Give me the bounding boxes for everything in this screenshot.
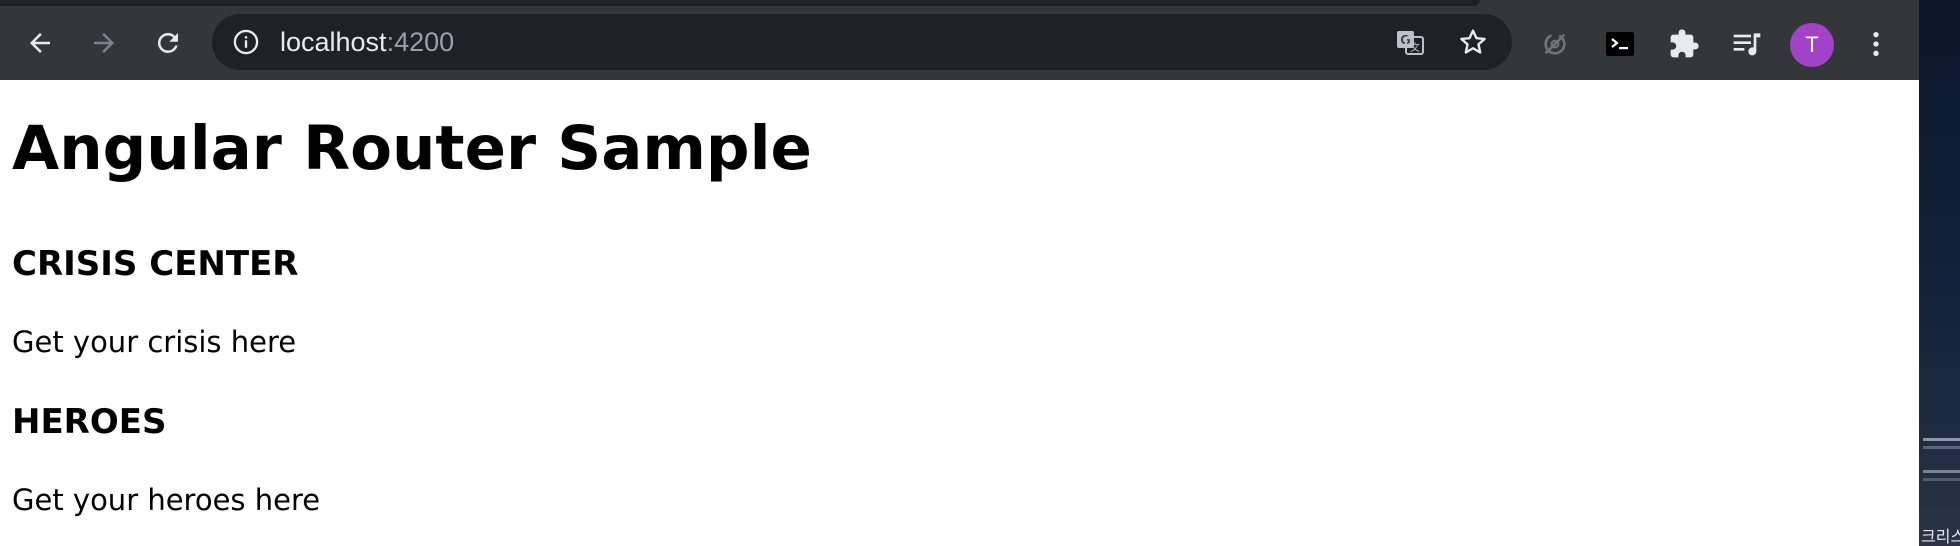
reading-list-button[interactable] <box>1729 26 1765 62</box>
reload-button[interactable] <box>144 19 192 67</box>
puzzle-icon <box>1670 29 1699 58</box>
browser-menu-button[interactable] <box>1858 26 1894 62</box>
heroes-text: Get your heroes here <box>12 483 321 517</box>
kebab-menu-icon <box>1873 32 1879 56</box>
reading-list-icon <box>1733 33 1761 56</box>
desktop-label: 크리스 <box>1921 527 1960 546</box>
forward-button[interactable] <box>80 19 128 67</box>
sync-disabled-icon <box>1544 33 1566 55</box>
svg-text:文: 文 <box>1410 41 1420 54</box>
browser-toolbar: localhost:4200 G 文 T <box>0 6 1919 80</box>
url-text[interactable]: localhost:4200 <box>280 26 454 58</box>
back-button[interactable] <box>16 19 64 67</box>
arrow-left-icon <box>30 33 50 53</box>
reload-icon <box>157 32 178 53</box>
desktop-streak <box>1923 478 1960 481</box>
url-host: localhost <box>280 27 387 57</box>
extensions-button[interactable] <box>1666 26 1702 62</box>
page-title: Angular Router Sample <box>12 113 812 184</box>
screen: localhost:4200 G 文 T Angular Router Samp… <box>0 0 1960 546</box>
profile-avatar[interactable]: T <box>1790 23 1834 67</box>
desktop-streak <box>1923 446 1960 449</box>
sync-disabled-button[interactable] <box>1537 26 1573 62</box>
crisis-center-heading: CRISIS CENTER <box>12 244 299 284</box>
desktop-background: 크리스 <box>1919 0 1960 546</box>
address-bar[interactable]: localhost:4200 G 文 <box>212 14 1512 70</box>
heroes-heading: HEROES <box>12 402 167 442</box>
terminal-extension-button[interactable] <box>1602 26 1638 62</box>
info-circle-icon[interactable] <box>232 28 260 56</box>
url-port: :4200 <box>386 27 455 57</box>
terminal-icon <box>1606 32 1634 56</box>
crisis-center-text: Get your crisis here <box>12 325 297 359</box>
page-content: Angular Router Sample CRISIS CENTER Get … <box>0 80 1919 546</box>
profile-initial: T <box>1805 32 1819 57</box>
desktop-streak <box>1923 470 1960 473</box>
star-icon[interactable] <box>1457 26 1489 58</box>
desktop-streak <box>1923 438 1960 441</box>
browser-window: localhost:4200 G 文 T Angular Router Samp… <box>0 0 1919 546</box>
arrow-right-icon <box>94 33 114 53</box>
translate-icon[interactable]: G 文 <box>1394 26 1426 58</box>
